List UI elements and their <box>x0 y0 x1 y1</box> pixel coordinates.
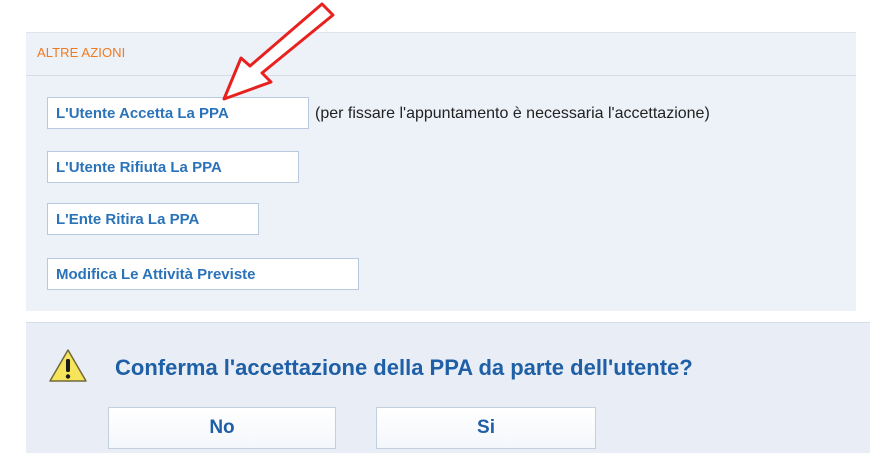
panel-title: ALTRE AZIONI <box>37 45 126 60</box>
warning-icon <box>49 349 87 382</box>
user-accepts-ppa-button[interactable]: L'Utente Accetta La PPA <box>47 97 309 129</box>
altre-azioni-panel: ALTRE AZIONI L'Utente Accetta La PPA (pe… <box>26 32 856 311</box>
confirm-question: Conferma l'accettazione della PPA da par… <box>115 355 693 380</box>
entity-withdraws-ppa-button[interactable]: L'Ente Ritira La PPA <box>47 203 259 235</box>
modify-activities-button[interactable]: Modifica Le Attività Previste <box>47 258 359 290</box>
panel-header: ALTRE AZIONI <box>26 33 856 76</box>
user-refuses-ppa-button[interactable]: L'Utente Rifiuta La PPA <box>47 151 299 183</box>
no-button[interactable]: No <box>108 407 336 449</box>
accept-note: (per fissare l'appuntamento è necessaria… <box>315 105 710 122</box>
confirm-dialog: Conferma l'accettazione della PPA da par… <box>26 322 870 453</box>
yes-button[interactable]: Si <box>376 407 596 449</box>
